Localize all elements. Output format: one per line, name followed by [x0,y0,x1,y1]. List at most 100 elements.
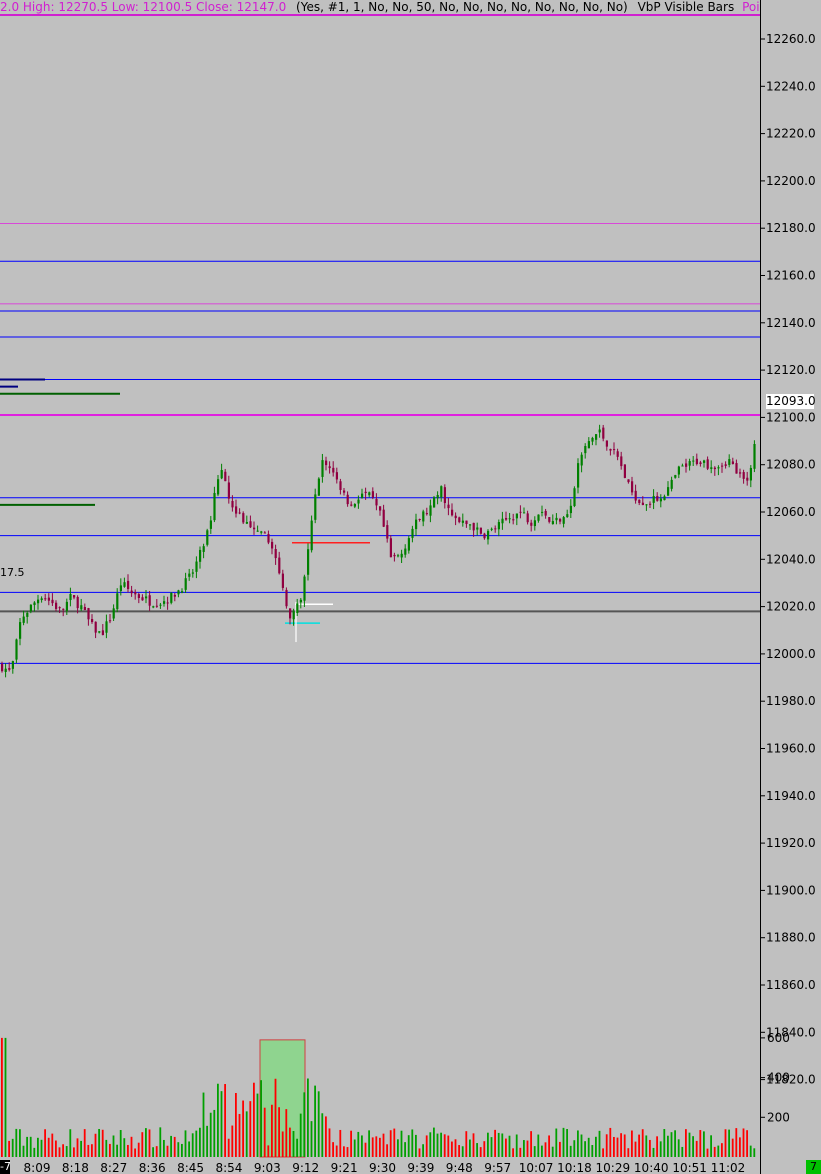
volume-bar [181,1143,183,1157]
volume-bar [141,1132,144,1157]
volume-bar [112,1135,115,1157]
volume-bar [602,1148,604,1157]
candle-body [206,530,209,545]
time-tick-label: 8:45 [177,1161,204,1174]
candle-body [559,519,562,522]
volume-bar [339,1129,342,1157]
candle-body [587,441,590,449]
volume-bar [544,1142,547,1157]
candle-body [289,608,292,619]
volume-bar [490,1137,493,1157]
candle-body [681,465,684,467]
candle-body [623,464,626,478]
candle-body [58,607,61,609]
volume-bar [242,1100,244,1157]
candle-body [310,520,313,551]
volume-bar [29,1136,32,1157]
candle-body [670,479,673,489]
candle-body [526,513,529,523]
volume-bar [155,1146,158,1157]
volume-bar [130,1136,133,1157]
candle-body [422,511,425,522]
candle-body [209,520,212,529]
candle-body [451,509,454,516]
candle-body [433,497,436,508]
candle-body [739,472,742,474]
candle-body [15,639,18,660]
volume-bar [353,1139,356,1157]
volume-bar [555,1128,558,1157]
candle-body [278,557,281,574]
volume-bar [440,1132,442,1157]
volume-bar [519,1147,522,1157]
candle-body [217,479,220,495]
candle-body [137,594,140,599]
volume-bar [483,1141,486,1157]
candle-body [353,504,356,507]
volume-bar [26,1136,28,1157]
candle-body [584,445,587,454]
candle-body [620,456,623,467]
candle-body [555,517,558,521]
volume-bar [559,1141,561,1157]
candle-body [674,475,677,478]
candle-body [37,599,40,604]
candle-body [728,459,731,465]
candle-body [105,621,108,633]
volume-bar [148,1129,151,1157]
volume-bar [670,1132,673,1157]
right-badge: 7 [806,1160,821,1174]
volume-bar [213,1109,216,1157]
volume-bar [253,1082,255,1157]
candle-body [735,463,738,474]
candle-body [397,555,400,557]
volume-bar [494,1129,496,1157]
candle-body [141,597,144,601]
candle-body [533,520,536,527]
candle-body [631,481,634,493]
volume-bar [569,1145,572,1157]
candle-body [375,498,378,506]
volume-bar [566,1129,568,1157]
volume-bar [159,1127,162,1157]
volume-bar [692,1136,694,1157]
volume-bar [235,1092,237,1157]
time-tick-label: 9:12 [292,1161,319,1174]
volume-bar [299,1113,302,1157]
candle-body [688,461,691,466]
candle-body [253,527,256,530]
volume-bar [695,1140,698,1157]
candle-body [166,602,169,604]
candle-body [753,443,756,469]
candle-body [40,598,43,601]
volume-bar [65,1146,68,1157]
time-tick-label: 8:54 [215,1161,242,1174]
volume-bar [613,1136,615,1157]
candle-body [436,495,439,499]
candle-body [382,509,385,527]
volume-bar [332,1142,334,1157]
candle-body [605,440,608,447]
candle-body [11,661,14,669]
volume-bar [245,1111,248,1157]
time-tick-label: 9:03 [254,1161,281,1174]
volume-bar [170,1135,172,1157]
volume-bar [411,1129,414,1157]
volume-bar [497,1132,500,1157]
candle-body [245,522,248,524]
candle-body [170,592,173,603]
candle-body [386,525,389,539]
time-tick-label: 8:36 [139,1161,166,1174]
candle-body [145,596,148,599]
volume-bar [51,1133,54,1157]
volume-bar [577,1130,579,1157]
price-tick-label: 12160.0 [766,269,816,283]
volume-bar [321,1113,324,1157]
time-tick-label: 9:30 [369,1161,396,1174]
candle-body [418,519,421,521]
price-tick-label: 12120.0 [766,363,816,377]
volume-bar [69,1129,72,1157]
volume-bar [98,1128,100,1157]
candle-body [91,618,94,623]
candle-body [371,491,374,498]
